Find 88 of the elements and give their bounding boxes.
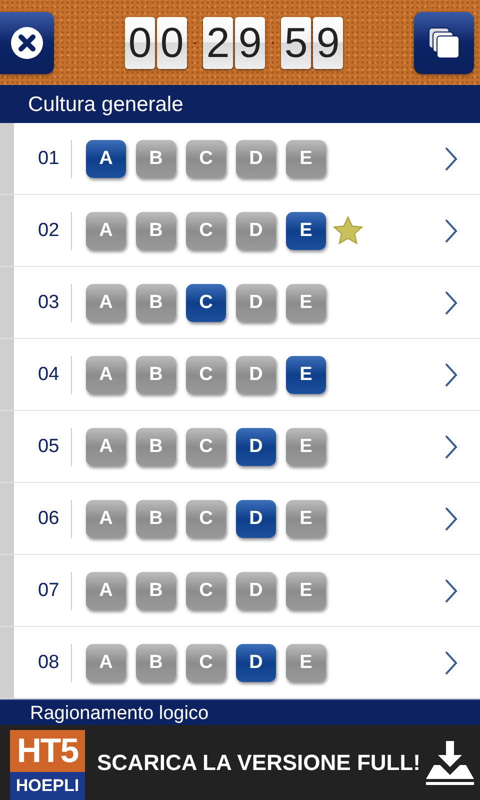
question-number: 06 xyxy=(14,500,72,538)
question-number: 04 xyxy=(14,356,72,394)
chevron-right-icon[interactable] xyxy=(444,146,458,172)
answer-option[interactable]: D xyxy=(236,356,276,394)
answer-option[interactable]: A xyxy=(86,572,126,610)
answer-option[interactable]: A xyxy=(86,644,126,682)
question-row[interactable]: 05 A B C D E xyxy=(0,411,480,483)
answer-option[interactable]: D xyxy=(236,212,276,250)
answer-option[interactable]: E xyxy=(286,212,326,250)
answer-option[interactable]: D xyxy=(236,140,276,178)
section-title: Ragionamento logico xyxy=(30,703,209,725)
answer-option[interactable]: C xyxy=(186,428,226,466)
download-icon xyxy=(424,738,476,786)
answer-option[interactable]: B xyxy=(136,140,176,178)
answer-option[interactable]: B xyxy=(136,428,176,466)
answer-option[interactable]: E xyxy=(286,356,326,394)
chevron-right-icon[interactable] xyxy=(444,290,458,316)
answer-option[interactable]: A xyxy=(86,140,126,178)
question-number: 03 xyxy=(14,284,72,322)
ad-banner[interactable]: HT5 HOEPLI SCARICA LA VERSIONE FULL! xyxy=(0,725,480,800)
timer-digit: 0 xyxy=(157,16,187,68)
chevron-right-icon[interactable] xyxy=(444,578,458,604)
chevron-right-icon[interactable] xyxy=(444,362,458,388)
answer-option[interactable]: C xyxy=(186,500,226,538)
section-title: Cultura generale xyxy=(28,94,184,114)
question-row[interactable]: 08 A B C D E xyxy=(0,627,480,699)
timer-digit: 9 xyxy=(235,16,265,68)
answer-option[interactable]: B xyxy=(136,284,176,322)
answer-option[interactable]: C xyxy=(186,572,226,610)
pages-button[interactable] xyxy=(414,12,474,74)
answer-option[interactable]: A xyxy=(86,428,126,466)
answer-option[interactable]: B xyxy=(136,212,176,250)
banner-text: SCARICA LA VERSIONE FULL! xyxy=(97,750,420,776)
question-number: 08 xyxy=(14,644,72,682)
chevron-right-icon[interactable] xyxy=(444,650,458,676)
answer-option[interactable]: E xyxy=(286,572,326,610)
close-icon xyxy=(10,26,44,60)
answer-option[interactable]: E xyxy=(286,140,326,178)
answer-option[interactable]: C xyxy=(186,356,226,394)
answer-option[interactable]: E xyxy=(286,500,326,538)
row-marker xyxy=(0,339,14,410)
question-number: 01 xyxy=(14,140,72,178)
question-row[interactable]: 04 A B C D E xyxy=(0,339,480,411)
timer-digit: 9 xyxy=(313,16,343,68)
answer-option[interactable]: A xyxy=(86,284,126,322)
answer-option[interactable]: D xyxy=(236,572,276,610)
logo: HT5 HOEPLI xyxy=(10,730,85,800)
answer-option[interactable]: C xyxy=(186,140,226,178)
row-marker xyxy=(0,555,14,626)
answer-option[interactable]: D xyxy=(236,500,276,538)
question-row[interactable]: 02 A B C D E xyxy=(0,195,480,267)
answer-option[interactable]: B xyxy=(136,572,176,610)
answer-option[interactable]: E xyxy=(286,644,326,682)
question-number: 05 xyxy=(14,428,72,466)
answer-option[interactable]: A xyxy=(86,500,126,538)
answer-option[interactable]: B xyxy=(136,500,176,538)
answer-option[interactable]: D xyxy=(236,644,276,682)
question-number: 07 xyxy=(14,572,72,610)
answer-option[interactable]: A xyxy=(86,212,126,250)
stacked-squares-icon xyxy=(428,26,460,58)
row-marker xyxy=(0,411,14,482)
question-row[interactable]: 01 A B C D E xyxy=(0,123,480,195)
row-marker xyxy=(0,627,14,698)
answer-option[interactable]: C xyxy=(186,644,226,682)
answer-option[interactable]: B xyxy=(136,356,176,394)
question-row[interactable]: 06 A B C D E xyxy=(0,483,480,555)
timer-digit: 2 xyxy=(203,16,233,68)
row-marker xyxy=(0,123,14,194)
row-marker xyxy=(0,267,14,338)
question-row[interactable]: 07 A B C D E xyxy=(0,555,480,627)
close-button[interactable] xyxy=(0,12,54,74)
answer-option[interactable]: B xyxy=(136,644,176,682)
row-marker xyxy=(0,195,14,266)
question-number: 02 xyxy=(14,212,72,250)
chevron-right-icon[interactable] xyxy=(444,434,458,460)
row-marker xyxy=(0,483,14,554)
answer-option[interactable]: E xyxy=(286,284,326,322)
answer-option[interactable]: A xyxy=(86,356,126,394)
answer-option[interactable]: D xyxy=(236,284,276,322)
question-row[interactable]: 03 A B C D E xyxy=(0,267,480,339)
timer-digit: 0 xyxy=(125,16,155,68)
chevron-right-icon[interactable] xyxy=(444,218,458,244)
chevron-right-icon[interactable] xyxy=(444,506,458,532)
answer-option[interactable]: C xyxy=(186,284,226,322)
answer-option[interactable]: D xyxy=(236,428,276,466)
answer-option[interactable]: C xyxy=(186,212,226,250)
timer-digit: 5 xyxy=(281,16,311,68)
answer-option[interactable]: E xyxy=(286,428,326,466)
